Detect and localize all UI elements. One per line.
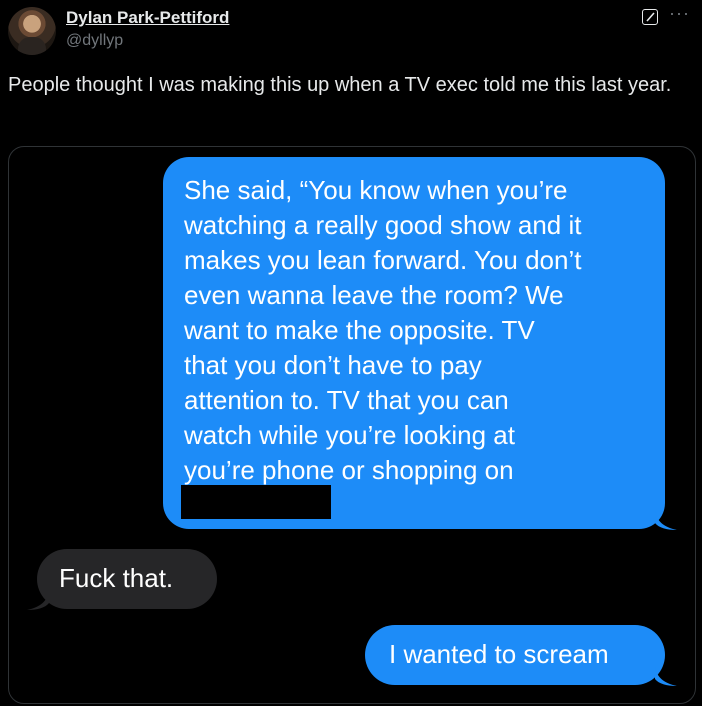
avatar[interactable] (8, 7, 56, 55)
message-text: She said, “You know when you’re watching… (184, 175, 582, 485)
message-text: Fuck that. (59, 563, 174, 593)
bubble-tail-sent (655, 511, 677, 530)
bubble-tail-sent (655, 667, 677, 686)
bubble-tail-received (27, 591, 49, 610)
tweet-text: People thought I was making this up when… (8, 74, 672, 96)
redaction-box (181, 485, 331, 519)
message-text: I wanted to scream (389, 639, 609, 669)
author-handle[interactable]: @dyllyp (66, 32, 123, 50)
more-options-icon[interactable]: ··· (669, 3, 690, 24)
message-bubble-sent: I wanted to scream (365, 625, 665, 685)
author-name[interactable]: Dylan Park-Pettiford (66, 8, 229, 28)
tweet-media-image[interactable]: She said, “You know when you’re watching… (8, 146, 696, 704)
grok-icon[interactable] (642, 9, 658, 25)
message-bubble-received: Fuck that. (37, 549, 217, 609)
slash-glyph (646, 12, 655, 22)
message-bubble-sent: She said, “You know when you’re watching… (163, 157, 665, 529)
tweet-header: Dylan Park-Pettiford @dyllyp ··· (0, 0, 702, 66)
